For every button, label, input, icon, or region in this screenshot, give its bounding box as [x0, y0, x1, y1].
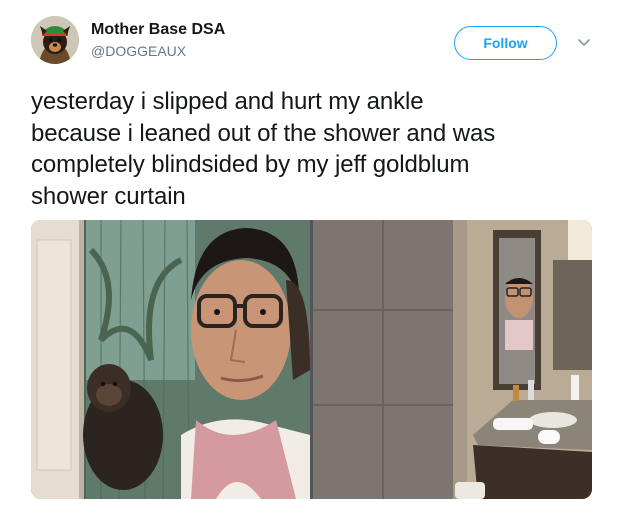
- tweet-text-line: yesterday i slipped and hurt my ankle: [31, 88, 424, 115]
- bathroom-mirror-photo[interactable]: [313, 220, 592, 499]
- display-name[interactable]: Mother Base DSA: [91, 21, 225, 39]
- tweet-text: yesterday i slipped and hurt my ankle be…: [31, 86, 596, 212]
- user-handle[interactable]: @DOGGEAUX: [91, 43, 186, 59]
- follow-button[interactable]: Follow: [454, 26, 557, 60]
- shower-curtain-photo[interactable]: [31, 220, 310, 499]
- tweet-text-line: because i leaned out of the shower and w…: [31, 119, 496, 147]
- chevron-down-icon[interactable]: [577, 36, 591, 50]
- dog-avatar-icon[interactable]: [31, 16, 79, 64]
- tweet-text-line: completely blindsided by my jeff goldblu…: [31, 151, 470, 178]
- tweet-text-line: shower curtain: [31, 182, 186, 210]
- tweet-header: Mother Base DSA @DOGGEAUX Follow: [31, 16, 601, 68]
- media-grid: [31, 220, 592, 499]
